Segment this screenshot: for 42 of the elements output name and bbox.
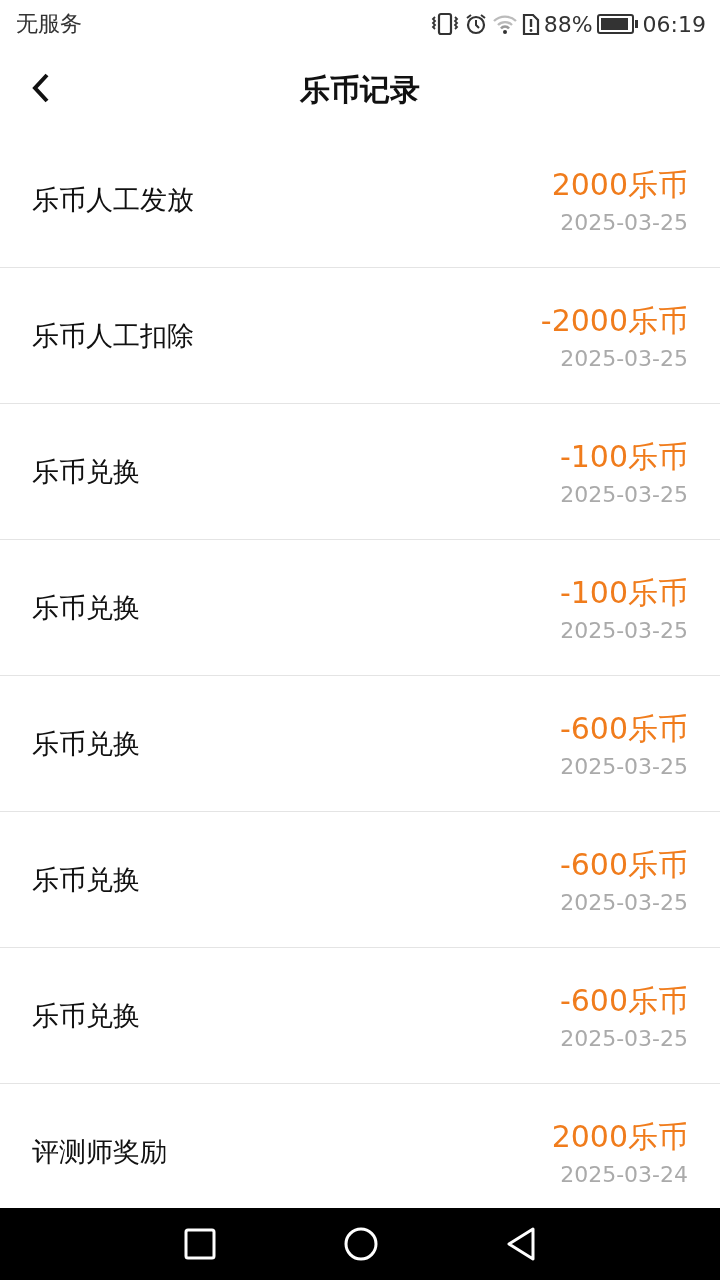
record-row[interactable]: 乐币兑换 -100乐币 2025-03-25: [0, 540, 720, 676]
page-title: 乐币记录: [300, 70, 420, 109]
recents-icon[interactable]: [184, 1228, 216, 1260]
back-nav-icon[interactable]: [506, 1227, 536, 1261]
battery-icon: [596, 13, 639, 35]
record-title: 评测师奖励: [32, 1134, 167, 1169]
record-row[interactable]: 乐币兑换 -100乐币 2025-03-25: [0, 404, 720, 540]
record-row[interactable]: 乐币兑换 -600乐币 2025-03-25: [0, 676, 720, 812]
record-date: 2025-03-25: [560, 345, 688, 371]
home-icon[interactable]: [344, 1227, 378, 1261]
record-amount: -600乐币: [559, 845, 688, 884]
sim-alert-icon: [521, 12, 540, 36]
record-amount: -100乐币: [559, 437, 688, 476]
record-row[interactable]: 乐币人工扣除 -2000乐币 2025-03-25: [0, 268, 720, 404]
record-title: 乐币人工扣除: [32, 318, 194, 353]
battery-percent: 88%: [543, 11, 593, 37]
wifi-icon: [491, 13, 518, 35]
clock-time: 06:19: [642, 11, 706, 37]
record-amount: 2000乐币: [551, 165, 688, 204]
record-date: 2025-03-25: [560, 753, 688, 779]
record-amount: 2000乐币: [551, 1117, 688, 1156]
vibrate-icon: [429, 12, 460, 36]
record-title: 乐币兑换: [32, 590, 140, 625]
record-date: 2025-03-25: [560, 1025, 688, 1051]
record-amount: -600乐币: [559, 981, 688, 1020]
record-date: 2025-03-25: [560, 889, 688, 915]
record-title: 乐币兑换: [32, 454, 140, 489]
record-amount: -100乐币: [559, 573, 688, 612]
record-amount: -600乐币: [559, 709, 688, 748]
record-date: 2025-03-25: [560, 481, 688, 507]
record-title: 乐币兑换: [32, 726, 140, 761]
record-date: 2025-03-25: [560, 209, 688, 235]
record-title: 乐币兑换: [32, 862, 140, 897]
record-row[interactable]: 乐币兑换 -600乐币 2025-03-25: [0, 948, 720, 1084]
record-title: 乐币兑换: [32, 998, 140, 1033]
record-date: 2025-03-25: [560, 617, 688, 643]
record-row[interactable]: 乐币兑换 -600乐币 2025-03-25: [0, 812, 720, 948]
record-row[interactable]: 乐币人工发放 2000乐币 2025-03-25: [0, 132, 720, 268]
record-amount: -2000乐币: [540, 301, 688, 340]
record-date: 2025-03-24: [560, 1161, 688, 1187]
record-title: 乐币人工发放: [32, 182, 194, 217]
carrier-text: 无服务: [16, 10, 82, 38]
